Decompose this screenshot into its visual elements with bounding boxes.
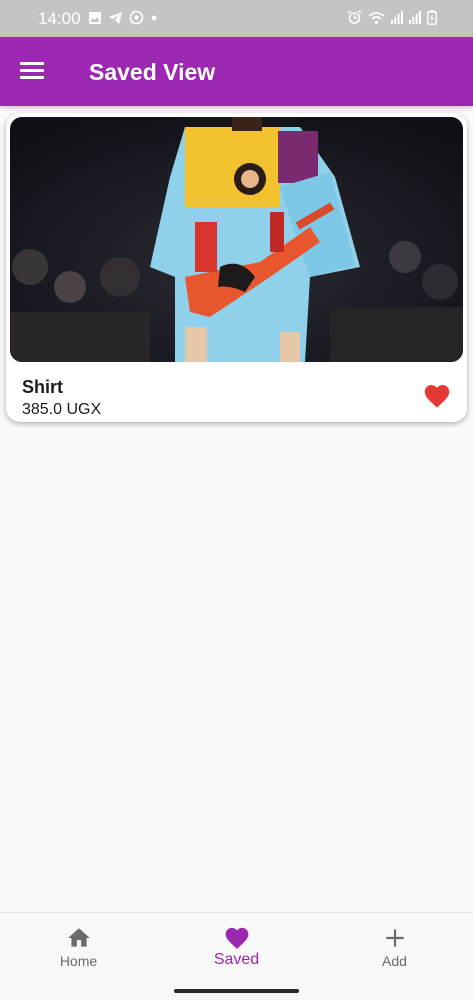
status-time: 14:00 <box>38 9 81 28</box>
heart-icon <box>225 927 248 949</box>
alarm-icon <box>347 10 362 24</box>
signal-icon <box>391 11 403 24</box>
status-bar: 14:00 <box>0 0 473 37</box>
wifi-icon <box>368 11 385 24</box>
favorite-heart-icon[interactable] <box>423 383 451 409</box>
nav-saved[interactable]: Saved <box>158 913 315 983</box>
product-name: Shirt <box>22 377 64 397</box>
status-notification-icons <box>88 10 158 25</box>
home-indicator[interactable] <box>174 989 299 993</box>
nav-home-label: Home <box>59 953 98 969</box>
nav-saved-label: Saved <box>213 951 260 968</box>
bottom-navigation: Home Saved Add <box>0 912 473 982</box>
system-navigation-bar <box>0 982 473 1000</box>
status-system-icons <box>347 10 437 25</box>
telegram-icon <box>109 11 122 24</box>
nav-home[interactable]: Home <box>0 913 157 983</box>
battery-icon <box>427 10 437 25</box>
app-bar: Saved View <box>0 37 473 106</box>
product-price: 385.0 UGX <box>22 401 102 418</box>
nav-add[interactable]: Add <box>316 913 473 983</box>
saved-item-card[interactable]: Shirt 385.0 UGX <box>6 113 467 422</box>
product-photo-illustration <box>10 117 463 362</box>
image-icon <box>89 11 101 24</box>
plus-icon <box>385 929 404 947</box>
nav-add-label: Add <box>382 953 407 969</box>
menu-icon[interactable] <box>20 59 50 83</box>
dot-icon <box>151 15 157 20</box>
page-title: Saved View <box>89 59 216 85</box>
home-icon <box>67 928 90 947</box>
signal-icon <box>409 11 421 24</box>
product-image <box>10 117 463 362</box>
whatsapp-icon <box>129 10 144 25</box>
